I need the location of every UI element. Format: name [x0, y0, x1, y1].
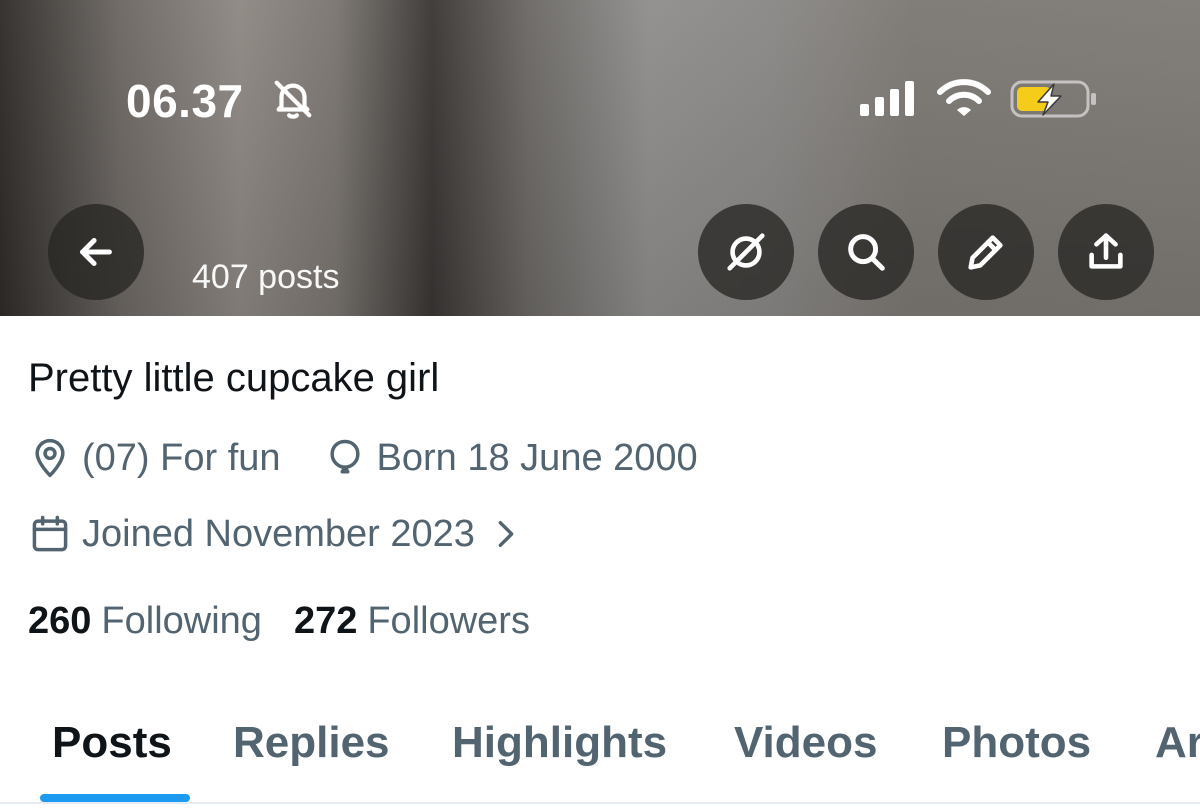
location-text: (07) For fun [82, 436, 281, 479]
cellular-signal-icon [860, 81, 914, 116]
joined-row[interactable]: Joined November 2023 [28, 512, 523, 556]
profile-banner[interactable]: 06.37 407 posts [0, 0, 1200, 316]
edit-button[interactable] [938, 204, 1034, 300]
following-count: 260 [28, 600, 92, 642]
wifi-icon [937, 79, 991, 116]
tab-replies[interactable]: Replies [233, 718, 390, 768]
following-label: Following [101, 600, 262, 642]
location-pin-icon [35, 438, 65, 478]
grok-icon [727, 233, 765, 271]
profile-tabs: Posts Replies Highlights Videos Photos A… [0, 708, 1200, 808]
follow-stats: 260 Following 272 Followers [28, 600, 530, 643]
following-link[interactable]: 260 Following [28, 600, 262, 643]
battery-charging-icon [1010, 80, 1096, 118]
followers-count: 272 [293, 600, 358, 642]
followers-label: Followers [367, 600, 530, 642]
share-icon [1089, 233, 1123, 269]
search-button[interactable] [818, 204, 914, 300]
tab-photos[interactable]: Photos [942, 718, 1091, 768]
tab-videos[interactable]: Videos [734, 718, 877, 768]
active-tab-indicator [40, 794, 190, 802]
birthday-text: Born 18 June 2000 [376, 436, 698, 479]
joined-text: Joined November 2023 [82, 512, 475, 555]
chevron-right-icon [498, 520, 514, 548]
tab-posts[interactable]: Posts [52, 718, 172, 768]
tab-highlights[interactable]: Highlights [452, 718, 667, 768]
search-icon [848, 234, 885, 271]
bell-slash-icon [274, 80, 312, 119]
profile-meta-row: (07) For fun Born 18 June 2000 [28, 436, 698, 480]
tabs-divider [0, 802, 1200, 804]
back-arrow-icon [80, 238, 112, 266]
tab-articles[interactable]: Ar [1155, 718, 1200, 768]
share-button[interactable] [1058, 204, 1154, 300]
followers-link[interactable]: 272 Followers [294, 600, 530, 643]
calendar-icon [32, 515, 68, 552]
grok-button[interactable] [698, 204, 794, 300]
back-button[interactable] [48, 204, 144, 300]
status-time: 06.37 [126, 75, 244, 127]
display-name: Pretty little cupcake girl [28, 356, 440, 400]
posts-count: 407 posts [192, 258, 340, 296]
balloon-icon [329, 439, 360, 474]
edit-pencil-icon [968, 235, 1003, 270]
